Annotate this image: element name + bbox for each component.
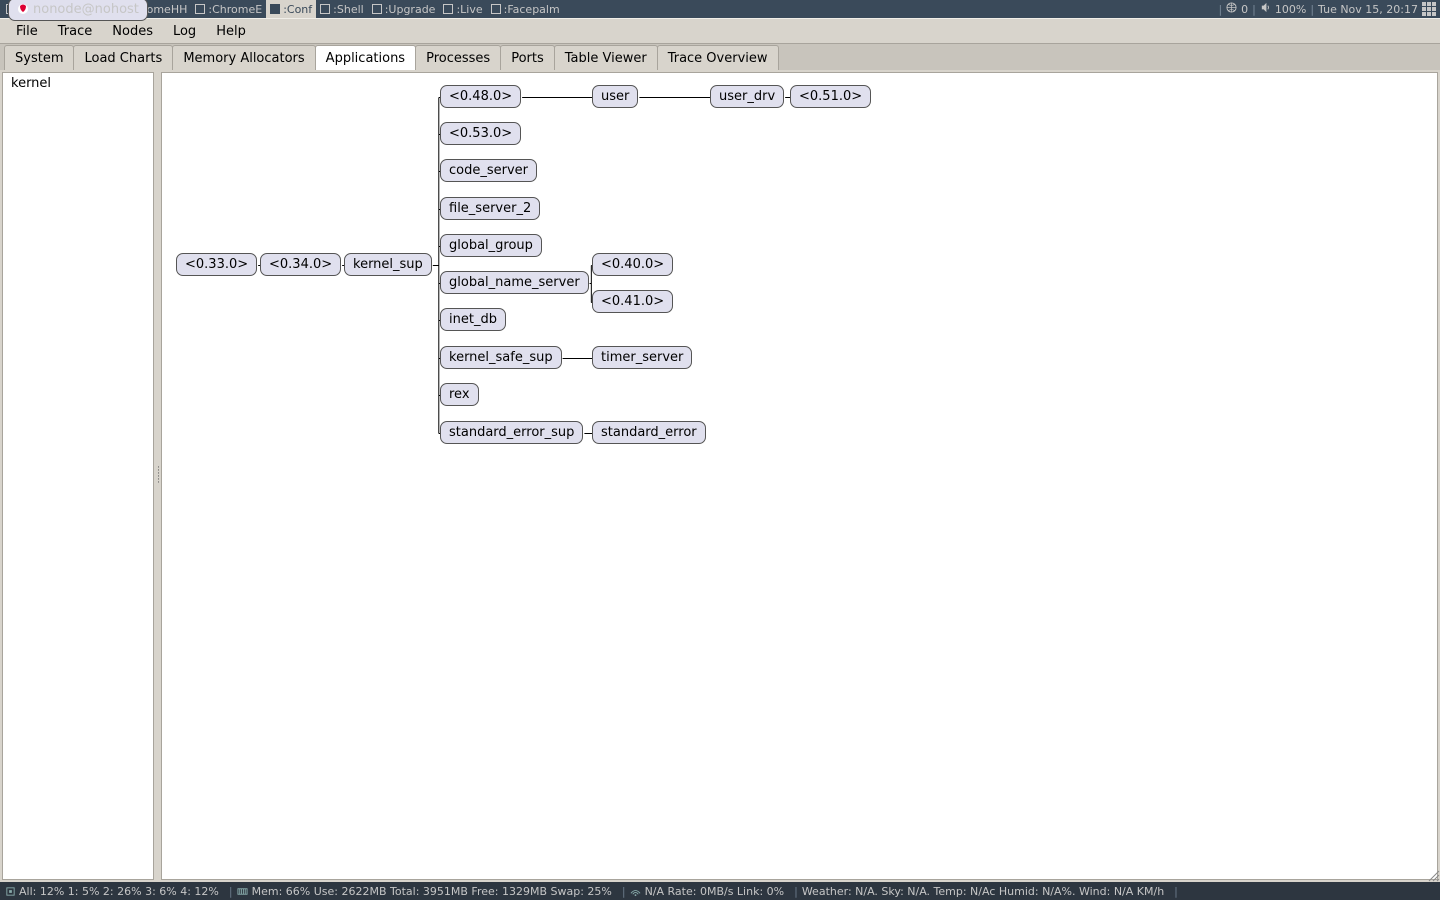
tab-trace-overview[interactable]: Trace Overview [657,45,779,70]
tab-applications[interactable]: Applications [315,45,416,70]
status-bar: All: 12% 1: 5% 2: 26% 3: 6% 4: 12% | Mem… [0,882,1440,900]
workspace-box-icon [372,4,382,14]
process-node[interactable]: user [592,85,638,108]
tab-bar: SystemLoad ChartsMemory AllocatorsApplic… [0,44,1440,71]
tab-ports[interactable]: Ports [500,45,555,70]
process-node[interactable]: kernel_safe_sup [440,346,562,369]
process-node[interactable]: standard_error_sup [440,421,583,444]
process-node[interactable]: <0.51.0> [790,85,871,108]
menu-nodes[interactable]: Nodes [102,21,163,42]
process-tree-canvas[interactable]: <0.33.0><0.34.0>kernel_sup <0.48.0> user us… [161,72,1438,880]
workspace-upgrade[interactable]: :Upgrade [368,0,440,18]
system-bar: :Code:Book:ChromeHH:ChromeE:Conf:Shell:U… [0,0,1440,18]
workspace-live[interactable]: :Live [439,0,486,18]
notification-count: 0 [1241,3,1248,16]
workspace-chromee[interactable]: :ChromeE [191,0,266,18]
network-status: N/A Rate: 0MB/s Link: 0% [645,885,785,898]
workspace-label: :Conf [283,3,312,16]
tab-load-charts[interactable]: Load Charts [73,45,173,70]
network-icon [630,885,642,897]
workspace-label: :Upgrade [385,3,436,16]
menu-help[interactable]: Help [206,21,256,42]
menu-trace[interactable]: Trace [48,21,103,42]
main-panel: kernel ······ <0.33.0><0.34.0>kernel_sup… [0,70,1440,882]
memory-icon [237,885,249,897]
cpu-icon [4,885,16,897]
memory-status: Mem: 66% Use: 2622MB Total: 3951MB Free:… [252,885,612,898]
process-node[interactable]: timer_server [592,346,692,369]
process-node[interactable]: kernel_sup [344,253,432,276]
volume-icon[interactable] [1260,2,1271,16]
cpu-status: All: 12% 1: 5% 2: 26% 3: 6% 4: 12% [19,885,219,898]
workspace-box-icon [443,4,453,14]
process-node[interactable]: standard_error [592,421,706,444]
clock: Tue Nov 15, 20:17 [1318,3,1418,16]
workspace-label: :Facepalm [504,3,560,16]
tab-table-viewer[interactable]: Table Viewer [554,45,658,70]
workspace-box-icon [195,4,205,14]
process-node[interactable]: global_group [440,234,542,257]
tab-system[interactable]: System [4,45,74,70]
application-list[interactable]: kernel [2,72,154,880]
app-list-item[interactable]: kernel [3,73,153,94]
globe-icon [1226,2,1237,16]
weather-status: Weather: N/A. Sky: N/A. Temp: N/Ac Humid… [802,885,1164,898]
workspace-label: :ChromeE [208,3,262,16]
process-node[interactable]: <0.34.0> [260,253,341,276]
resize-grip-icon[interactable] [1426,868,1440,882]
process-node[interactable]: code_server [440,159,537,182]
menu-file[interactable]: File [6,21,48,42]
workspace-grid-icon[interactable] [1422,2,1436,16]
process-node[interactable]: <0.41.0> [592,290,673,313]
process-node[interactable]: global_name_server [440,271,589,294]
system-tray: | 0 | 100% | Tue Nov 15, 20:17 [1218,2,1438,16]
workspace-label: :Live [456,3,482,16]
workspace-facepalm[interactable]: :Facepalm [487,0,564,18]
erlang-node-indicator: nonode@nohost [8,0,148,21]
process-node[interactable]: <0.33.0> [176,253,257,276]
workspace-conf[interactable]: :Conf [266,0,316,18]
process-node[interactable]: user_drv [710,85,784,108]
process-node[interactable]: <0.48.0> [440,85,521,108]
node-name: nonode@nohost [33,2,139,17]
process-node[interactable]: inet_db [440,308,506,331]
workspace-shell[interactable]: :Shell [316,0,368,18]
menu-bar: FileTraceNodesLogHelp [0,18,1440,44]
process-node[interactable]: <0.40.0> [592,253,673,276]
workspace-box-icon [270,4,280,14]
workspace-box-icon [491,4,501,14]
tab-memory-allocators[interactable]: Memory Allocators [172,45,315,70]
erlang-icon [17,3,29,15]
workspace-box-icon [320,4,330,14]
process-node[interactable]: rex [440,383,479,406]
menu-log[interactable]: Log [163,21,206,42]
workspace-label: :Shell [333,3,364,16]
process-node[interactable]: <0.53.0> [440,122,521,145]
tab-processes[interactable]: Processes [415,45,501,70]
volume-percent: 100% [1275,3,1306,16]
process-node[interactable]: file_server_2 [440,197,540,220]
